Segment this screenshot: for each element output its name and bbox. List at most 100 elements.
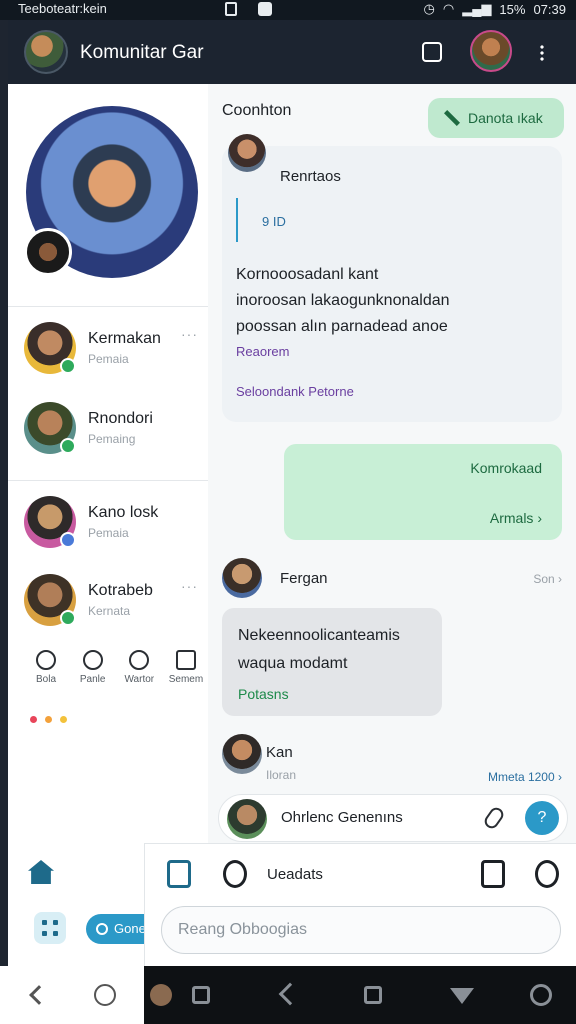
action-bola[interactable]: Bola bbox=[26, 650, 66, 690]
message-link[interactable]: Seloondank Petorne bbox=[236, 384, 354, 399]
pencil-icon bbox=[444, 110, 460, 126]
status-bar: Teeboteatr:kein ◷ ◠ ▂▄▆ 15% 07:39 bbox=[0, 0, 576, 20]
share-icon[interactable] bbox=[422, 42, 442, 62]
message-link[interactable]: Reaorem bbox=[236, 344, 289, 359]
incoming-text: Nekeennoolicanteamis waqua modamt bbox=[238, 622, 438, 678]
page-indicator bbox=[30, 716, 67, 723]
quote-text: 9 ID bbox=[262, 214, 286, 229]
incoming-link[interactable]: Potasns bbox=[238, 686, 289, 702]
online-badge bbox=[60, 358, 76, 374]
app-title: Komunitar Gar bbox=[80, 42, 204, 63]
chat-action-label: Danota ıkak bbox=[468, 110, 543, 126]
location-icon[interactable] bbox=[223, 860, 247, 888]
more-vert-icon[interactable] bbox=[540, 44, 544, 62]
home-icon[interactable] bbox=[28, 860, 54, 884]
back-icon[interactable] bbox=[278, 982, 302, 1006]
sheet-label: Ueadats bbox=[267, 866, 323, 883]
search-icon bbox=[96, 923, 108, 935]
member-role: Kernata bbox=[88, 604, 131, 618]
notification-icon bbox=[225, 2, 237, 16]
quote-bar bbox=[236, 198, 238, 242]
alarm-icon: ◷ bbox=[423, 1, 435, 16]
status-indicators: ◷ ◠ ▂▄▆ 15% 07:39 bbox=[424, 1, 566, 17]
bottom-sheet: Ueadats Reang Obboogias bbox=[144, 843, 576, 967]
message-line: waqua modamt bbox=[238, 655, 348, 672]
action-panle[interactable]: Panle bbox=[73, 650, 113, 690]
sender-subtitle: Iloran bbox=[266, 768, 297, 782]
user-avatar[interactable] bbox=[470, 30, 512, 72]
indicator-dot bbox=[45, 716, 52, 723]
bookmark-icon[interactable] bbox=[481, 860, 505, 888]
message-sender: Kan Iloran Mmeta 1200 › bbox=[222, 734, 562, 784]
calendar-icon bbox=[175, 650, 196, 670]
message-body: Kornooosadanl kant inoroosan lakaogunkno… bbox=[236, 262, 552, 340]
action-label: Bola bbox=[35, 674, 56, 685]
assistant-icon[interactable] bbox=[530, 984, 552, 1006]
action-label: Semem bbox=[168, 674, 204, 685]
message-time[interactable]: Mmeta 1200 › bbox=[488, 770, 562, 784]
sender-name: Renrtaos bbox=[280, 168, 341, 185]
chat-action-button[interactable]: Danota ıkak bbox=[428, 98, 564, 138]
message-card: Renrtaos 9 ID Kornooosadanl kant inoroos… bbox=[222, 134, 562, 422]
help-button[interactable]: ? bbox=[525, 801, 559, 835]
member-role: Pemaia bbox=[88, 352, 129, 366]
sender-avatar[interactable] bbox=[222, 734, 262, 774]
quick-actions: Bola Panle Wartor Semem bbox=[26, 650, 206, 690]
recent-apps-icon[interactable] bbox=[192, 986, 210, 1004]
sender-avatar[interactable] bbox=[222, 558, 262, 598]
message-line: poossan alın parnadead anoe bbox=[236, 318, 448, 335]
member-item[interactable]: Kotrabeb Kernata ··· bbox=[24, 574, 208, 634]
home-circle-icon[interactable] bbox=[94, 984, 116, 1006]
app-avatar-icon[interactable] bbox=[150, 984, 172, 1006]
action-semem[interactable]: Semem bbox=[166, 650, 206, 690]
member-role: Pemaing bbox=[88, 432, 136, 446]
back-icon[interactable] bbox=[29, 985, 49, 1005]
online-badge bbox=[60, 438, 76, 454]
clock: 07:39 bbox=[533, 1, 566, 17]
clock-icon bbox=[82, 650, 103, 670]
outgoing-message: Komrokaad Armals › bbox=[284, 444, 562, 540]
overview-icon[interactable] bbox=[364, 986, 382, 1004]
member-name: Rnondori bbox=[88, 410, 153, 427]
member-name: Kano losk bbox=[88, 504, 159, 521]
divider bbox=[8, 480, 208, 481]
more-options-icon[interactable]: ··· bbox=[181, 326, 198, 342]
divider bbox=[8, 306, 208, 307]
lock-icon bbox=[258, 2, 272, 16]
nav-left-area bbox=[0, 966, 144, 1024]
sender-name: Fergan bbox=[280, 570, 328, 587]
reply-avatar bbox=[227, 799, 267, 839]
reply-row[interactable]: Ohrlenc Genenıns ? bbox=[218, 794, 568, 842]
more-options-icon[interactable]: ··· bbox=[181, 578, 198, 594]
sender-avatar[interactable] bbox=[228, 134, 266, 172]
action-label: Wartor bbox=[124, 674, 155, 685]
save-icon[interactable] bbox=[167, 860, 191, 888]
search-button-label: Gone bbox=[114, 921, 146, 936]
microphone-icon[interactable] bbox=[481, 804, 507, 832]
signal-icon: ▂▄▆ bbox=[462, 1, 492, 16]
sheet-input[interactable]: Reang Obboogias bbox=[161, 906, 561, 954]
outgoing-link[interactable]: Armals › bbox=[490, 510, 542, 526]
message-line: Kornooosadanl kant bbox=[236, 266, 379, 283]
online-badge bbox=[60, 610, 76, 626]
grid-menu-button[interactable] bbox=[34, 912, 66, 944]
member-item[interactable]: Kano losk Pemaia bbox=[24, 496, 208, 556]
left-app-bar: Komunitar Gar bbox=[8, 20, 208, 84]
chat-panel: Coonhton Danota ıkak Renrtaos 9 ID Korno… bbox=[208, 84, 576, 966]
member-item[interactable]: Kermakan Pemaia ··· bbox=[24, 322, 208, 382]
member-role: Pemaia bbox=[88, 526, 129, 540]
community-badge bbox=[24, 228, 72, 276]
reply-text: Ohrlenc Genenıns bbox=[281, 809, 403, 826]
profile-icon[interactable] bbox=[535, 860, 559, 888]
message-time[interactable]: Son › bbox=[533, 572, 562, 586]
message-sender: Fergan Son › bbox=[222, 558, 562, 602]
down-icon[interactable] bbox=[450, 988, 474, 1004]
compass-icon bbox=[129, 650, 150, 670]
action-label: Panle bbox=[79, 674, 106, 685]
member-item[interactable]: Rnondori Pemaing bbox=[24, 402, 208, 462]
community-avatar[interactable] bbox=[24, 30, 68, 74]
action-wartor[interactable]: Wartor bbox=[119, 650, 159, 690]
battery-level: 15% bbox=[499, 1, 526, 17]
message-line: Nekeennoolicanteamis bbox=[238, 627, 400, 644]
member-name: Kermakan bbox=[88, 330, 161, 347]
